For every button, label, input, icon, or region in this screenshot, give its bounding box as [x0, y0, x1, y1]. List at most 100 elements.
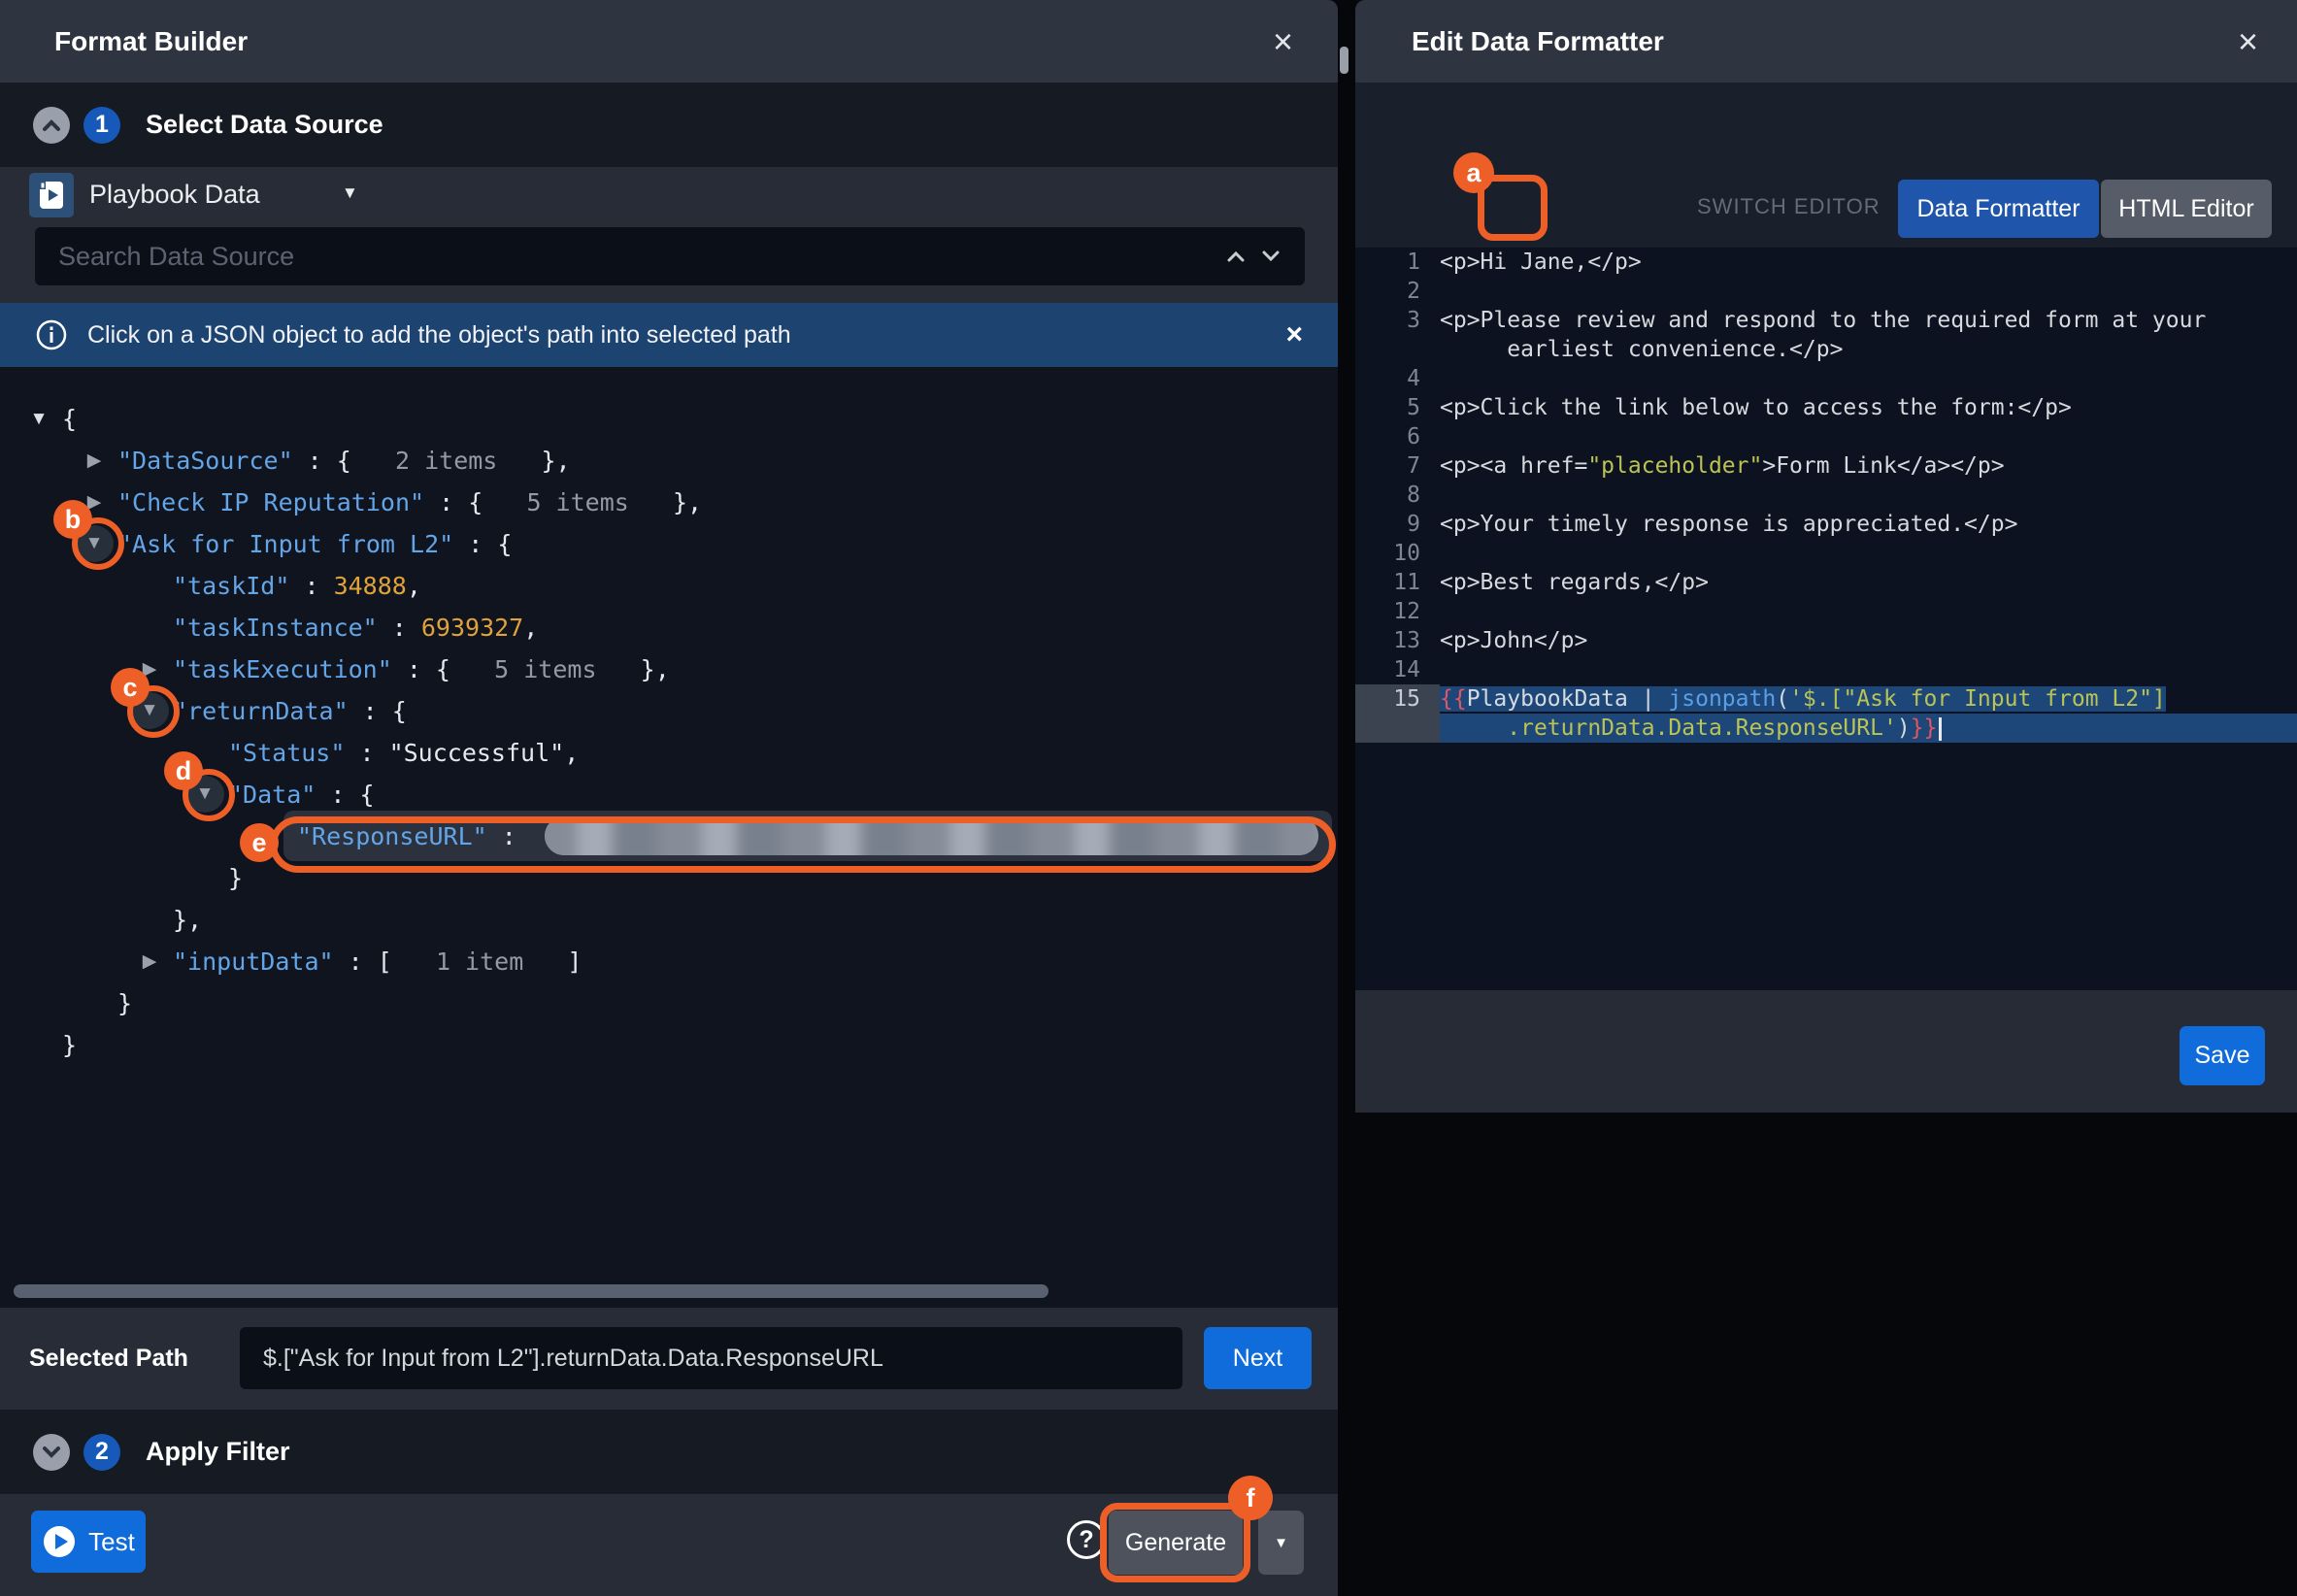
editor-line: 14	[1355, 655, 2297, 684]
line-number: 13	[1355, 626, 1440, 655]
expand-toggle-icon[interactable]: ▶	[130, 648, 169, 690]
search-data-source-input[interactable]: Search Data Source	[35, 227, 1305, 285]
editor-line: 10	[1355, 539, 2297, 568]
editor-line: 11<p>Best regards,</p>	[1355, 568, 2297, 597]
step-label: Apply Filter	[146, 1437, 290, 1467]
data-source-bar: Playbook Data ▼ Search Data Source	[0, 167, 1338, 303]
editor-line: 9<p>Your timely response is appreciated.…	[1355, 510, 2297, 539]
editor-line: 4	[1355, 364, 2297, 393]
collapse-toggle-icon[interactable]: ▼	[185, 776, 224, 813]
editor-line: 7<p><a href="placeholder">Form Link</a><…	[1355, 451, 2297, 481]
json-tree-row[interactable]: },	[0, 899, 1338, 941]
line-number: 5	[1355, 393, 1440, 422]
collapse-toggle-icon[interactable]: ▼	[75, 525, 114, 562]
editor-line: 8	[1355, 481, 2297, 510]
generate-dropdown-button[interactable]: ▼	[1258, 1511, 1304, 1575]
line-number	[1355, 714, 1440, 743]
json-tree-row[interactable]: ▼"Ask for Input from L2" : {	[0, 523, 1338, 565]
json-tree-row[interactable]: }	[0, 857, 1338, 899]
tab-html-editor[interactable]: HTML Editor	[2101, 180, 2272, 238]
editor-line: earliest convenience.</p>	[1355, 335, 2297, 364]
json-tree-row[interactable]: "taskId" : 34888,	[0, 565, 1338, 607]
json-tree-row[interactable]: ▶"Check IP Reputation" : { 5 items },	[0, 482, 1338, 523]
chevron-up-icon	[1225, 249, 1247, 263]
expand-toggle-icon[interactable]: ▶	[130, 941, 169, 982]
json-tree-row[interactable]: "taskInstance" : 6939327,	[0, 607, 1338, 648]
redacted-value	[545, 816, 1318, 855]
expand-toggle-icon[interactable]: ▶	[75, 482, 114, 523]
line-number: 2	[1355, 277, 1440, 306]
json-tree[interactable]: ▼{▶"DataSource" : { 2 items },▶"Check IP…	[0, 367, 1338, 1308]
generate-button[interactable]: Generate	[1109, 1511, 1243, 1575]
expand-toggle-icon[interactable]: ▶	[75, 440, 114, 482]
line-number: 6	[1355, 422, 1440, 451]
banner-close-icon[interactable]: ×	[1285, 318, 1303, 351]
text-cursor	[1939, 717, 1942, 741]
line-number: 1	[1355, 248, 1440, 277]
editor-line: 6	[1355, 422, 2297, 451]
line-number: 7	[1355, 451, 1440, 481]
json-tree-row[interactable]: ▶"taskExecution" : { 5 items },	[0, 648, 1338, 690]
line-number: 14	[1355, 655, 1440, 684]
vertical-scrollbar-thumb[interactable]	[1340, 47, 1348, 74]
json-tree-row-responseurl[interactable]: "ResponseURL" :	[0, 815, 1338, 857]
format-builder-header: Format Builder ×	[0, 0, 1338, 83]
banner-text: Click on a JSON object to add the object…	[87, 321, 791, 349]
selected-path-input[interactable]: $.["Ask for Input from L2"].returnData.D…	[240, 1327, 1182, 1389]
json-tree-row[interactable]: ▼{	[0, 398, 1338, 440]
close-icon[interactable]: ×	[1273, 24, 1293, 59]
chevron-down-icon[interactable]	[33, 1434, 70, 1471]
line-number: 15	[1355, 684, 1440, 714]
line-number: 11	[1355, 568, 1440, 597]
format-builder-dialog: Format Builder × 1 Select Data Source Pl…	[0, 0, 1338, 1596]
step-number-badge: 2	[83, 1434, 120, 1471]
test-button[interactable]: Test	[31, 1511, 146, 1573]
collapse-toggle-icon[interactable]: ▼	[19, 398, 58, 440]
data-source-selected-value: Playbook Data	[89, 180, 260, 210]
json-tree-row[interactable]: }	[0, 1024, 1338, 1066]
search-step-arrows[interactable]	[1225, 249, 1282, 263]
editor-line: 3<p>Please review and respond to the req…	[1355, 306, 2297, 335]
json-tree-row[interactable]: ▼"returnData" : {	[0, 690, 1338, 732]
json-tree-row[interactable]: "Status" : "Successful",	[0, 732, 1338, 774]
playbook-data-icon	[29, 173, 74, 217]
tab-data-formatter[interactable]: Data Formatter	[1898, 180, 2099, 238]
json-tree-row[interactable]: }	[0, 982, 1338, 1024]
info-icon	[35, 318, 68, 351]
switch-editor-label: SWITCH EDITOR	[1697, 194, 1881, 219]
close-icon[interactable]: ×	[2238, 24, 2258, 59]
dialog-title: Format Builder	[54, 26, 248, 57]
json-tree-row[interactable]: ▶"inputData" : [ 1 item ]	[0, 941, 1338, 982]
screen: Format Builder × 1 Select Data Source Pl…	[0, 0, 2297, 1596]
code-editor[interactable]: 1<p>Hi Jane,</p>23<p>Please review and r…	[1355, 248, 2297, 990]
collapse-toggle-icon[interactable]: ▼	[130, 692, 169, 729]
section-select-data-source: 1 Select Data Source	[0, 83, 1338, 167]
editor-line: .returnData.Data.ResponseURL')}}	[1355, 714, 2297, 743]
json-tree-row[interactable]: ▶"DataSource" : { 2 items },	[0, 440, 1338, 482]
info-banner: Click on a JSON object to add the object…	[0, 303, 1338, 367]
line-number: 3	[1355, 306, 1440, 335]
json-tree-row[interactable]: ▼"Data" : {	[0, 774, 1338, 815]
step-number-badge: 1	[83, 107, 120, 144]
selected-path-value: $.["Ask for Input from L2"].returnData.D…	[263, 1345, 883, 1373]
line-number	[1355, 335, 1440, 364]
help-icon[interactable]: ?	[1067, 1520, 1106, 1559]
editor-subheader: SWITCH EDITOR Data Formatter HTML Editor…	[1355, 83, 2297, 248]
horizontal-scrollbar-thumb[interactable]	[14, 1284, 1049, 1298]
step-label: Select Data Source	[146, 110, 383, 140]
line-number: 9	[1355, 510, 1440, 539]
editor-footer: Save	[1355, 990, 2297, 1113]
data-source-dropdown[interactable]: Playbook Data ▼	[0, 167, 1338, 223]
save-button[interactable]: Save	[2180, 1026, 2265, 1085]
line-number: 4	[1355, 364, 1440, 393]
line-number: 8	[1355, 481, 1440, 510]
next-button[interactable]: Next	[1204, 1327, 1312, 1389]
editor-line: 5<p>Click the link below to access the f…	[1355, 393, 2297, 422]
chevron-down-icon	[1260, 249, 1282, 263]
selected-path-label: Selected Path	[29, 1345, 188, 1373]
chevron-down-icon[interactable]: ▼	[342, 183, 358, 203]
chevron-up-icon[interactable]	[33, 107, 70, 144]
panel-title: Edit Data Formatter	[1412, 26, 1664, 57]
editor-line: 1<p>Hi Jane,</p>	[1355, 248, 2297, 277]
editor-line: 12	[1355, 597, 2297, 626]
